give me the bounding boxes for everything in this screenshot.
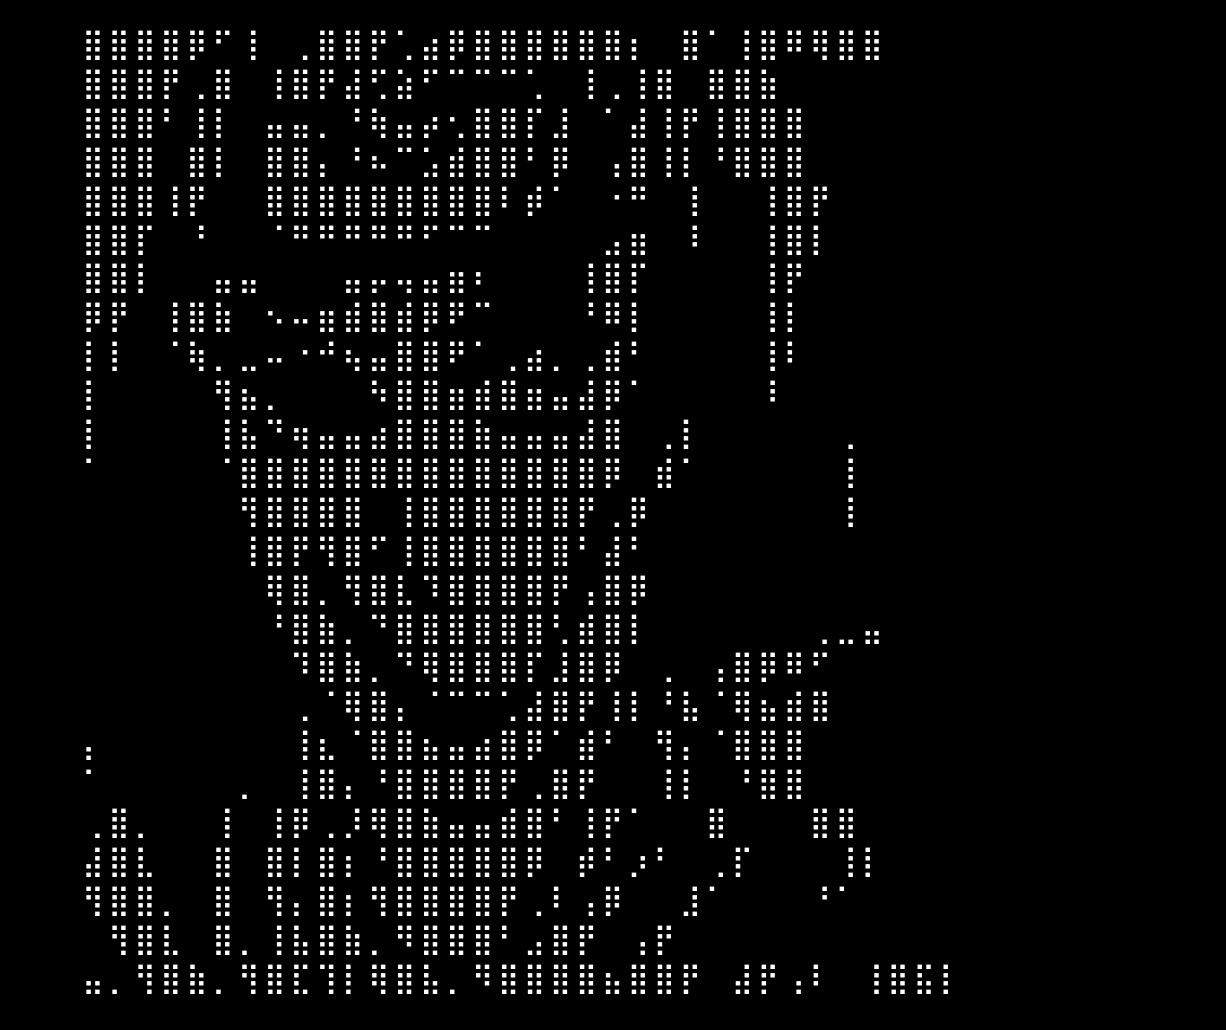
braille-row: ⣿⣿⣿⡟⢀⣿⠀⢸⣿⡟⣼⢋⣵⠋⠉⠉⠉⢁⠀⢸⢀⢸⣿⠀⣿⣿⣷ xyxy=(82,66,784,101)
braille-row: ⠀⠀⠀⠀⠀⠀⠀⠀⢀⠈⢿⣿⡄⠈⠉⠉⢁⣼⣿⡟⢸⡇⠘⣧⠈⢿⣦⣾⣿ xyxy=(82,689,836,724)
braille-row: ⡇⡇⠀⠈⢷⡀⣀⠤⠐⠚⢦⣤⣿⣿⠟⠁⢀⣴⡀⢀⣾⠃⠀⠀⠀⠀⢸⠇ xyxy=(82,339,810,374)
braille-row: ⢻⣿⣿⡀⠀⣿⠀⢻⡄⣿⡆⢻⣿⣿⣿⣿⡟⢀⠇⢠⡿⠀⠀⣸⠁⠀⠀⠀⠘⠁ xyxy=(82,883,862,918)
braille-row: ⡇⠀⠀⠀⠀⢻⣦⡀⠀⠀⠀⠳⣿⣿⣶⣾⣿⣶⣤⣼⡿⠁⠀⠀⠀⠀⠸⠀ xyxy=(82,378,810,413)
braille-row: ⣿⣿⡏⠀⠘⠀⠀⠈⠛⠛⠛⠛⠛⠋⠉⠉⠀⠀⠀⠀⣠⣶⠀⠸⠀⠀⢸⣿⡇ xyxy=(82,222,836,257)
braille-row: ⣿⣿⣿⠀⣿⡇⠀⣿⣿⡄⠘⠦⠉⣡⣾⣿⣿⠃⡿⠀⢠⣿⢸⡇⠘⣿⣿⣿ xyxy=(82,144,810,179)
braille-row: ⠁⠀⠀⠀⠀⠀⡀⠀⢸⣿⡄⠘⣿⣿⣿⣿⡟⢀⣿⡟⠀⠀⢸⡇⠀⠘⣿⣿ xyxy=(82,767,810,802)
braille-row: ⠀⠀⠀⠀⠀⠀⠀⠘⣿⣷⡀⠙⣿⣿⣿⣿⣿⣿⢃⣾⣿⡇⠀⠀⠀⠀⠀⠀⢀⣀⣤ xyxy=(82,611,888,646)
braille-row: ⣿⣿⣿⠃⢸⡇⠀⣤⣤⡀⠘⢷⣤⡴⢂⣿⣿⡏⣸⠀⠁⣼⢸⡟⢸⣿⣿⣿ xyxy=(82,105,810,140)
braille-row: ⡿⡟⠀⢸⣿⣷⠀⠢⠤⣶⣾⣿⣾⡿⠟⠉⠀⠀⠀⠘⠿⡇⠀⠀⠀⠀⢸⡇ xyxy=(82,300,810,335)
braille-row: ⠀⠀⠀⠀⠀⠀⢸⣿⡟⢻⣿⠋⢸⣿⣿⣿⣿⣿⣿⠃⣼⠃ xyxy=(82,533,654,568)
braille-row: ⡄⠀⠀⠀⠀⠀⠀⠀⢸⣆⠈⣿⣿⣦⣤⣴⣿⡿⠁⣾⠃⠀⢻⡄⠈⣿⣿⣿ xyxy=(82,728,810,763)
braille-row: ⣿⣿⣿⢸⡟⠀⠀⣿⣿⣿⣿⣿⣿⣿⣿⣿⠇⡾⠁⠀⠐⠛⠀⢸⠀⠀⢸⣿⡟ xyxy=(82,183,836,218)
braille-row: ⡇⠀⠀⠀⠀⢸⣧⠙⢶⣤⣤⣴⣿⣿⣿⣷⣤⣤⣤⣼⣿⠀⢀⡇⠀⠀⠀⠀⠀⢀ xyxy=(82,417,862,451)
braille-row: ⠀⠀⠀⠀⠀⠀⢻⣿⣿⣿⣿⠀⢸⣿⣿⣿⣿⣿⣿⡟⢀⡿⠀⠀⠀⠀⠀⠀⠀⢸ xyxy=(82,494,862,529)
braille-row: ⣼⣿⣇⠀⠀⣿⠀⣿⡇⣿⡆⠘⣿⣿⣿⣿⣿⡿⠀⡾⠃⡰⠃⠀⢀⡏⠀⠀⠀⢸⡇ xyxy=(82,844,888,879)
braille-row: ⠀⠀⠀⠀⠀⠀⠀⢿⣿⡀⢻⣿⣇⠹⣿⣿⣿⣿⡟⢠⣿⡿ xyxy=(82,572,654,607)
braille-row: ⣤⡀⢻⣿⣷⡀⢻⣿⣏⢹⡇⢿⣿⣧⡀⠻⣿⣿⣿⣿⣦⣿⣿⡟⠀⣼⡟⢠⠇⠀⢸⣿⣯⡇ xyxy=(82,961,966,996)
braille-row: ⠁⠀⠀⠀⠀⠈⣿⣿⣿⣿⣿⣿⣿⣿⣿⣿⣿⣿⣿⣿⡿⠀⣾⠁⠀⠀⠀⠀⠀⢸ xyxy=(82,455,862,490)
braille-row: ⣿⣿⣿⣿⡿⠋⢸⠀⢀⣿⣿⡟⢁⣴⡿⣿⣿⣿⣿⣿⣿⡆⠀⣿⠁⢸⣿⠿⢿⣿⣿ xyxy=(82,28,888,62)
braille-row: ⠀⠀⠀⠀⠀⠀⠀⠀⠹⣿⣷⡀⠙⢿⣿⣿⣿⡏⣸⣿⡿⠀⢀⠀⢠⣿⡿⠿⠋ xyxy=(82,650,836,685)
portrait-glyphs: ⣿⣿⣿⣿⡿⠋⢸⠀⢀⣿⣿⡟⢁⣴⡿⣿⣿⣿⣿⣿⣿⡆⠀⣿⠁⢸⣿⠿⢿⣿⣿ ⣿⣿⣿⡟⢀⣿⠀⢸⣿… xyxy=(82,28,1178,1002)
braille-row: ⢀⣿⡀⠀⠀⢸⠀⢸⡿⢀⡸⢿⣿⣷⣤⣤⣾⣿⠃⢸⡟⠁⠀⠀⣿⠀⠀⠀⣿⣿ xyxy=(82,806,862,840)
braille-row: ⠀⢻⣿⣇⠀⣿⡀⢸⣧⣿⣷⡀⠻⣿⣿⣿⠃⣠⣿⡟⠀⢠⡟ xyxy=(82,922,680,957)
braille-art-screen: ⣿⣿⣿⣿⡿⠋⢸⠀⢀⣿⣿⡟⢁⣴⡿⣿⣿⣿⣿⣿⣿⡆⠀⣿⠁⢸⣿⠿⢿⣿⣿ ⣿⣿⣿⡟⢀⣿⠀⢸⣿… xyxy=(0,0,1226,1030)
braille-row: ⣿⣿⡇⠀⠀⣤⣤⠀⠀⠀⣤⡤⢤⣤⣶⠆⠀⠀⠀⢸⣿⡏⠀⠀⠀⠀⢸⡟ xyxy=(82,261,810,296)
